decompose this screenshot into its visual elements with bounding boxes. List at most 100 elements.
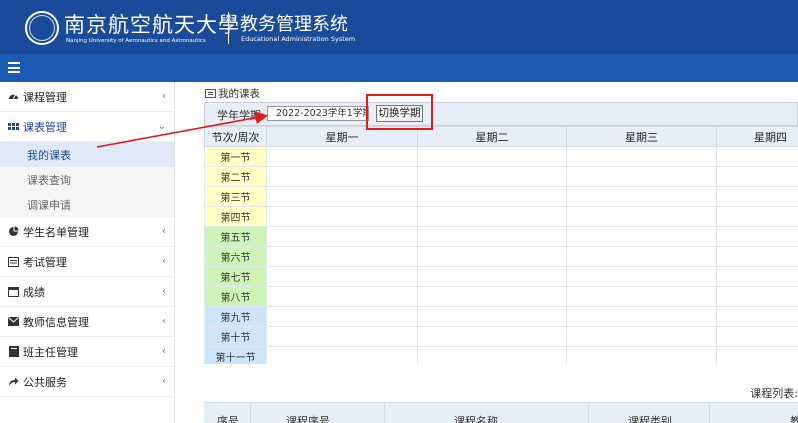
- table-row: 第十节: [204, 326, 798, 347]
- schedule-cell[interactable]: [266, 326, 418, 347]
- schedule-cell[interactable]: [266, 286, 418, 307]
- sidebar-item-label: 课表管理: [23, 120, 67, 134]
- schedule-cell[interactable]: [716, 186, 798, 207]
- table-header-row: 节次/周次 星期一 星期二 星期三 星期四: [204, 126, 798, 147]
- chevron-left-icon: ‹: [162, 346, 166, 357]
- sidebar-item-label: 教师信息管理: [23, 315, 89, 329]
- course-col-header: 课程名称: [454, 415, 498, 423]
- calendar-icon: [8, 286, 19, 297]
- schedule-cell[interactable]: [566, 226, 717, 247]
- sidebar-item-head-teacher[interactable]: 班主任管理 ‹: [0, 337, 174, 367]
- schedule-cell[interactable]: [417, 146, 567, 167]
- sidebar-item-schedule-management[interactable]: 课表管理 ⌄: [0, 112, 174, 142]
- sidebar-item-course-management[interactable]: 课程管理 ‹: [0, 82, 174, 112]
- sidebar-item-public-services[interactable]: 公共服务 ‹: [0, 367, 174, 397]
- pie-chart-icon: [8, 226, 19, 237]
- schedule-cell[interactable]: [716, 306, 798, 327]
- weekday-header: 星期一: [266, 126, 418, 147]
- schedule-cell[interactable]: [716, 166, 798, 187]
- period-label: 第三节: [204, 186, 267, 207]
- table-row: 第九节: [204, 306, 798, 327]
- sidebar-subitem-my-schedule[interactable]: 我的课表: [0, 142, 174, 167]
- schedule-cell[interactable]: [566, 246, 717, 267]
- sidebar-subitem-schedule-query[interactable]: 课表查询: [0, 167, 174, 192]
- sidebar-item-teacher-info[interactable]: 教师信息管理 ‹: [0, 307, 174, 337]
- course-col-header: 课程类别: [628, 415, 672, 423]
- period-label: 第四节: [204, 206, 267, 227]
- schedule-cell[interactable]: [417, 206, 567, 227]
- schedule-cell[interactable]: [266, 226, 418, 247]
- schedule-cell[interactable]: [417, 166, 567, 187]
- sidebar-item-exam-management[interactable]: 考试管理 ‹: [0, 247, 174, 277]
- term-selector-bar: 学年学期: 2022-2023学年1学期 切换学期: [204, 102, 798, 126]
- menu-toggle-icon[interactable]: [8, 62, 20, 73]
- schedule-cell[interactable]: [266, 266, 418, 287]
- schedule-cell[interactable]: [266, 146, 418, 167]
- schedule-cell[interactable]: [716, 146, 798, 167]
- schedule-cell[interactable]: [566, 266, 717, 287]
- table-row: 第六节: [204, 246, 798, 267]
- period-label: 第六节: [204, 246, 267, 267]
- schedule-cell[interactable]: [566, 286, 717, 307]
- table-row: 第四节: [204, 206, 798, 227]
- table-row: 第八节: [204, 286, 798, 307]
- schedule-cell[interactable]: [417, 186, 567, 207]
- period-label: 第八节: [204, 286, 267, 307]
- schedule-cell[interactable]: [566, 186, 717, 207]
- schedule-cell[interactable]: [566, 166, 717, 187]
- schedule-cell[interactable]: [566, 306, 717, 327]
- period-label: 第二节: [204, 166, 267, 187]
- term-label: 学年学期:: [217, 109, 265, 122]
- schedule-cell[interactable]: [417, 266, 567, 287]
- schedule-cell[interactable]: [417, 226, 567, 247]
- table-corner-header: 节次/周次: [204, 126, 267, 147]
- term-select[interactable]: 2022-2023学年1学期: [267, 106, 369, 121]
- schedule-cell[interactable]: [716, 206, 798, 227]
- sidebar-item-label: 考试管理: [23, 255, 67, 269]
- course-col-header: 序号: [217, 415, 239, 423]
- chevron-down-icon: ⌄: [157, 121, 166, 132]
- schedule-cell[interactable]: [716, 286, 798, 307]
- system-title-cn: 教务管理系统: [240, 14, 348, 35]
- envelope-icon: [8, 316, 19, 327]
- schedule-cell[interactable]: [566, 326, 717, 347]
- schedule-table-icon: [205, 89, 216, 98]
- chevron-left-icon: ‹: [162, 256, 166, 267]
- schedule-cell[interactable]: [417, 286, 567, 307]
- top-toolbar: [0, 54, 798, 82]
- weekday-header: 星期三: [566, 126, 717, 147]
- course-list-label: 课程列表:: [750, 387, 798, 400]
- schedule-cell[interactable]: [266, 186, 418, 207]
- sidebar-item-student-roster[interactable]: 学生名单管理 ‹: [0, 217, 174, 247]
- chevron-left-icon: ‹: [162, 286, 166, 297]
- schedule-cell[interactable]: [417, 306, 567, 327]
- app-window: 南京航空航天大學 Nanjing University of Aeronauti…: [0, 0, 798, 423]
- schedule-cell[interactable]: [266, 166, 418, 187]
- period-label: 第十节: [204, 326, 267, 347]
- schedule-cell[interactable]: [566, 206, 717, 227]
- sidebar: 课程管理 ‹ 课表管理 ⌄ 我的课表 课表查询 调课申请 学生名单管理 ‹ 考试…: [0, 82, 175, 423]
- weekday-header: 星期四: [716, 126, 798, 147]
- schedule-cell[interactable]: [716, 246, 798, 267]
- university-seal-logo: [25, 11, 59, 45]
- schedule-cell[interactable]: [266, 246, 418, 267]
- schedule-cell[interactable]: [266, 206, 418, 227]
- table-row: 第一节: [204, 146, 798, 167]
- schedule-cell[interactable]: [266, 306, 418, 327]
- sidebar-item-grades[interactable]: 成绩 ‹: [0, 277, 174, 307]
- switch-term-button[interactable]: 切换学期: [376, 105, 423, 122]
- system-title-en: Educational Administration System: [241, 35, 356, 43]
- schedule-cell[interactable]: [566, 146, 717, 167]
- site-header: 南京航空航天大學 Nanjing University of Aeronauti…: [0, 0, 798, 54]
- chevron-left-icon: ‹: [162, 376, 166, 387]
- schedule-cell[interactable]: [716, 326, 798, 347]
- book-icon: [8, 346, 19, 357]
- header-divider: [228, 12, 229, 44]
- schedule-cell[interactable]: [417, 246, 567, 267]
- schedule-cell[interactable]: [417, 326, 567, 347]
- dashboard-icon: [8, 91, 19, 102]
- sidebar-subitem-class-change-request[interactable]: 调课申请: [0, 192, 174, 217]
- schedule-cell[interactable]: [716, 266, 798, 287]
- university-name-en: Nanjing University of Aeronautics and As…: [66, 38, 206, 44]
- schedule-cell[interactable]: [716, 226, 798, 247]
